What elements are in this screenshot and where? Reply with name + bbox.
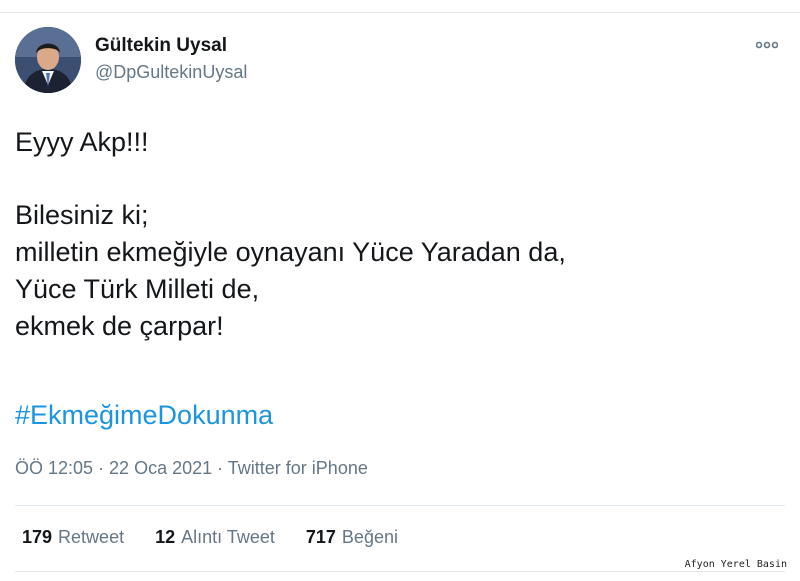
more-dots-icon[interactable]	[756, 40, 778, 50]
tweet-stats: 179 Retweet 12 Alıntı Tweet 717 Beğeni	[22, 527, 424, 548]
bottom-divider	[15, 571, 785, 572]
tweet-line: milletin ekmeğiyle oynayanı Yüce Yaradan…	[15, 237, 566, 267]
tweet-line: ekmek de çarpar!	[15, 311, 224, 341]
tweet-text: Eyyy Akp!!! Bilesiniz ki; milletin ekmeğ…	[15, 124, 775, 345]
retweets-stat[interactable]: 179 Retweet	[22, 527, 124, 548]
likes-count: 717	[305, 527, 336, 547]
tweet-line: Eyyy Akp!!!	[15, 127, 149, 157]
retweets-label: Retweet	[58, 527, 125, 547]
retweets-count: 179	[22, 527, 53, 547]
top-divider	[0, 12, 800, 13]
watermark: Afyon Yerel Basin	[681, 558, 790, 571]
quotes-label: Alıntı Tweet	[181, 527, 275, 547]
tweet-timestamp[interactable]: ÖÖ 12:05 · 22 Oca 2021 · Twitter for iPh…	[15, 458, 368, 479]
profile-photo-icon	[15, 27, 81, 93]
likes-label: Beğeni	[341, 527, 398, 547]
likes-stat[interactable]: 717 Beğeni	[306, 527, 398, 548]
quotes-stat[interactable]: 12 Alıntı Tweet	[155, 527, 275, 548]
user-handle[interactable]: @DpGultekinUysal	[95, 62, 247, 83]
stats-divider	[15, 505, 785, 506]
user-name[interactable]: Gültekin Uysal	[95, 35, 227, 57]
hashtag-link[interactable]: #EkmeğimeDokunma	[15, 400, 273, 431]
tweet-line: Bilesiniz ki;	[15, 200, 149, 230]
tweet-line: Yüce Türk Milleti de,	[15, 274, 260, 304]
avatar[interactable]	[15, 27, 81, 93]
quotes-count: 12	[155, 527, 176, 547]
